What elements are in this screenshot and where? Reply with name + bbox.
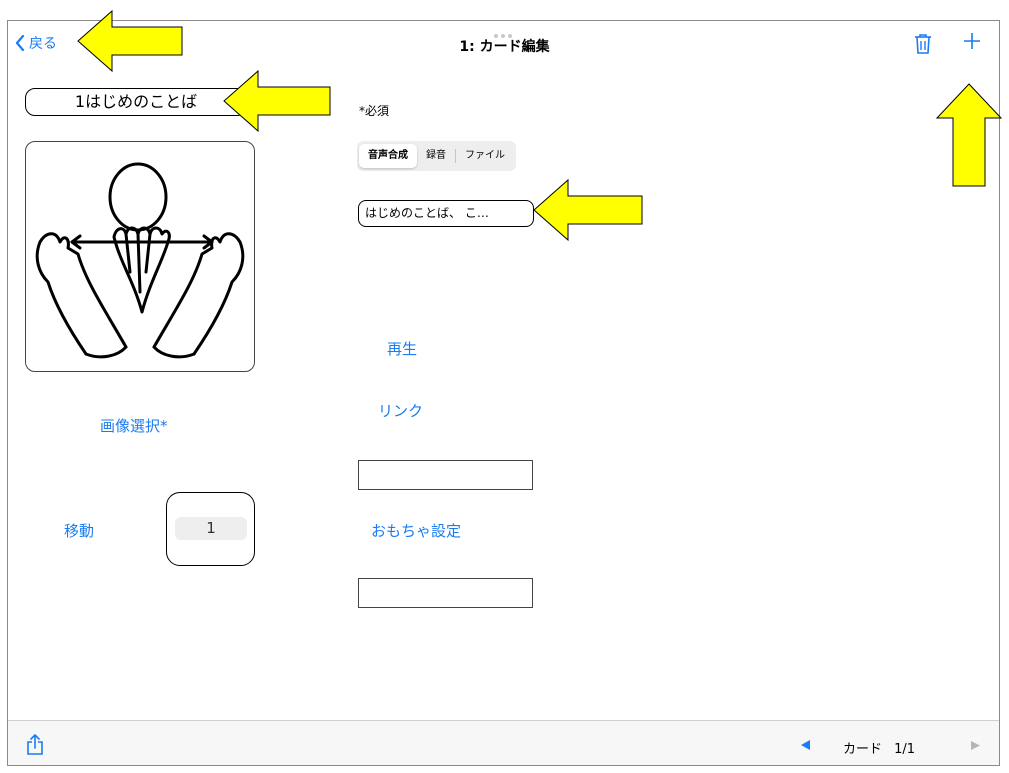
move-position-box: 1 [166, 492, 255, 566]
toolbar-divider [8, 720, 999, 721]
sign-language-illustration [35, 162, 245, 359]
audio-source-segmented-control: 音声合成 録音 ファイル [357, 141, 516, 171]
plus-icon [964, 33, 980, 49]
delete-button[interactable] [914, 33, 932, 59]
next-card-button[interactable] [971, 740, 980, 753]
trash-icon [915, 34, 931, 54]
annotation-arrow-title [223, 69, 331, 133]
card-counter-value: 1/1 [894, 742, 916, 757]
segment-record[interactable]: 録音 [417, 144, 455, 168]
segment-tts[interactable]: 音声合成 [359, 144, 417, 168]
image-select-button[interactable]: 画像選択* [100, 415, 168, 436]
move-position-input[interactable]: 1 [175, 517, 247, 540]
annotation-arrow-back [77, 9, 183, 73]
toy-settings-input[interactable] [358, 578, 533, 608]
card-title-input[interactable]: 1はじめのことば [25, 88, 247, 116]
add-card-button[interactable] [963, 32, 981, 55]
segment-file[interactable]: ファイル [456, 144, 514, 168]
move-button[interactable]: 移動 [64, 520, 94, 541]
annotation-arrow-add [935, 83, 1003, 187]
play-button[interactable]: 再生 [387, 338, 417, 359]
link-button[interactable]: リンク [378, 400, 423, 421]
link-input[interactable] [358, 460, 533, 490]
app-window [7, 20, 1000, 766]
share-button[interactable] [26, 734, 44, 760]
annotation-arrow-speech [533, 178, 643, 242]
previous-card-button[interactable] [801, 739, 811, 753]
toy-settings-button[interactable]: おもちゃ設定 [371, 520, 461, 541]
share-icon [27, 734, 43, 755]
triangle-right-icon [971, 741, 980, 750]
card-counter-label: カード [843, 742, 883, 757]
window-grabber[interactable] [494, 23, 516, 38]
triangle-left-icon [801, 740, 810, 750]
speech-text-input[interactable]: はじめのことば、 こ… [358, 200, 534, 227]
required-note: *必須 [359, 104, 390, 118]
card-counter: カード 1/1 [843, 738, 915, 757]
card-image[interactable] [25, 141, 255, 372]
